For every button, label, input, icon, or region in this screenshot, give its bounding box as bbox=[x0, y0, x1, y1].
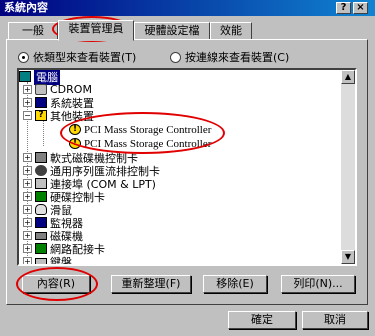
expand-icon[interactable]: + bbox=[23, 231, 32, 240]
expand-icon[interactable]: + bbox=[23, 218, 32, 227]
tab-hardware-profiles[interactable]: 硬體設定檔 bbox=[134, 22, 210, 40]
radio-dot-selected bbox=[18, 51, 29, 63]
expand-icon[interactable]: + bbox=[23, 98, 32, 107]
tree-root[interactable]: 電腦 bbox=[19, 70, 60, 85]
title-bar: 系統內容 ? × bbox=[0, 0, 375, 16]
window-title: 系統內容 bbox=[4, 1, 48, 14]
tree-item-pci-storage-1[interactable]: ! PCI Mass Storage Controller bbox=[69, 123, 211, 136]
device-tree[interactable]: 電腦 + CDROM + 系統裝置 − ? 其他裝置 ! PCI Mass St… bbox=[17, 68, 357, 266]
hdd-controller-icon bbox=[35, 191, 47, 202]
monitor-icon bbox=[35, 217, 47, 228]
expand-icon[interactable]: + bbox=[23, 205, 32, 214]
mouse-icon bbox=[35, 204, 47, 215]
question-device-icon: ? bbox=[35, 110, 47, 121]
expand-icon[interactable]: + bbox=[23, 244, 32, 253]
expand-icon[interactable]: + bbox=[23, 257, 32, 264]
help-button[interactable]: ? bbox=[336, 2, 351, 14]
tree-guide-line-child bbox=[43, 120, 44, 146]
computer-icon bbox=[19, 71, 31, 82]
tree-scrollbar[interactable]: ▲ ▼ bbox=[341, 70, 355, 264]
warning-icon: ! bbox=[69, 138, 81, 149]
expand-icon[interactable]: + bbox=[23, 179, 32, 188]
close-button[interactable]: × bbox=[353, 2, 368, 14]
radio-by-connection-label: 按連線來查看裝置(C) bbox=[185, 51, 290, 64]
expand-icon[interactable]: + bbox=[23, 153, 32, 162]
network-icon bbox=[35, 243, 47, 254]
scroll-up-icon[interactable]: ▲ bbox=[341, 70, 355, 84]
radio-dot bbox=[170, 51, 181, 63]
tree-item-keyboard[interactable]: + 鍵盤 bbox=[23, 255, 72, 266]
collapse-icon[interactable]: − bbox=[23, 111, 32, 120]
tree-item-label: PCI Mass Storage Controller bbox=[84, 123, 212, 136]
keyboard-icon bbox=[35, 258, 47, 264]
cdrom-icon bbox=[35, 84, 47, 95]
remove-button[interactable]: 移除(E) bbox=[203, 275, 267, 293]
tree-item-other-devices[interactable]: − ? 其他裝置 bbox=[23, 109, 94, 123]
system-device-icon bbox=[35, 97, 47, 108]
expand-icon[interactable]: + bbox=[23, 166, 32, 175]
tree-item-label: PCI Mass Storage Controller bbox=[84, 137, 212, 150]
expand-icon[interactable]: + bbox=[23, 85, 32, 94]
floppy-controller-icon bbox=[35, 152, 47, 163]
expand-icon[interactable]: + bbox=[23, 192, 32, 201]
properties-button[interactable]: 內容(R) bbox=[22, 275, 90, 293]
scroll-down-icon[interactable]: ▼ bbox=[341, 250, 355, 264]
ok-button[interactable]: 確定 bbox=[228, 311, 296, 329]
tree-item-label: 其他裝置 bbox=[50, 109, 94, 123]
tab-performance[interactable]: 效能 bbox=[210, 22, 252, 40]
radio-by-type-label: 依類型來查看裝置(T) bbox=[33, 51, 137, 64]
disk-icon bbox=[35, 231, 47, 240]
usb-icon bbox=[35, 165, 47, 176]
warning-icon: ! bbox=[69, 124, 81, 135]
cancel-button[interactable]: 取消 bbox=[302, 311, 368, 329]
tree-item-label: 鍵盤 bbox=[50, 255, 72, 266]
tab-device-manager[interactable]: 裝置管理員 bbox=[58, 20, 134, 41]
print-button[interactable]: 列印(N)... bbox=[281, 275, 355, 293]
port-icon bbox=[35, 178, 47, 189]
refresh-button[interactable]: 重新整理(F) bbox=[111, 275, 191, 293]
tab-general[interactable]: 一般 bbox=[8, 22, 58, 40]
radio-by-connection[interactable]: 按連線來查看裝置(C) bbox=[170, 50, 289, 64]
system-properties-window: 系統內容 ? × 一般 裝置管理員 硬體設定檔 效能 依類型來查看裝置(T) 按… bbox=[0, 0, 375, 336]
tree-item-pci-storage-2[interactable]: ! PCI Mass Storage Controller bbox=[69, 137, 211, 150]
radio-by-type[interactable]: 依類型來查看裝置(T) bbox=[18, 50, 136, 64]
